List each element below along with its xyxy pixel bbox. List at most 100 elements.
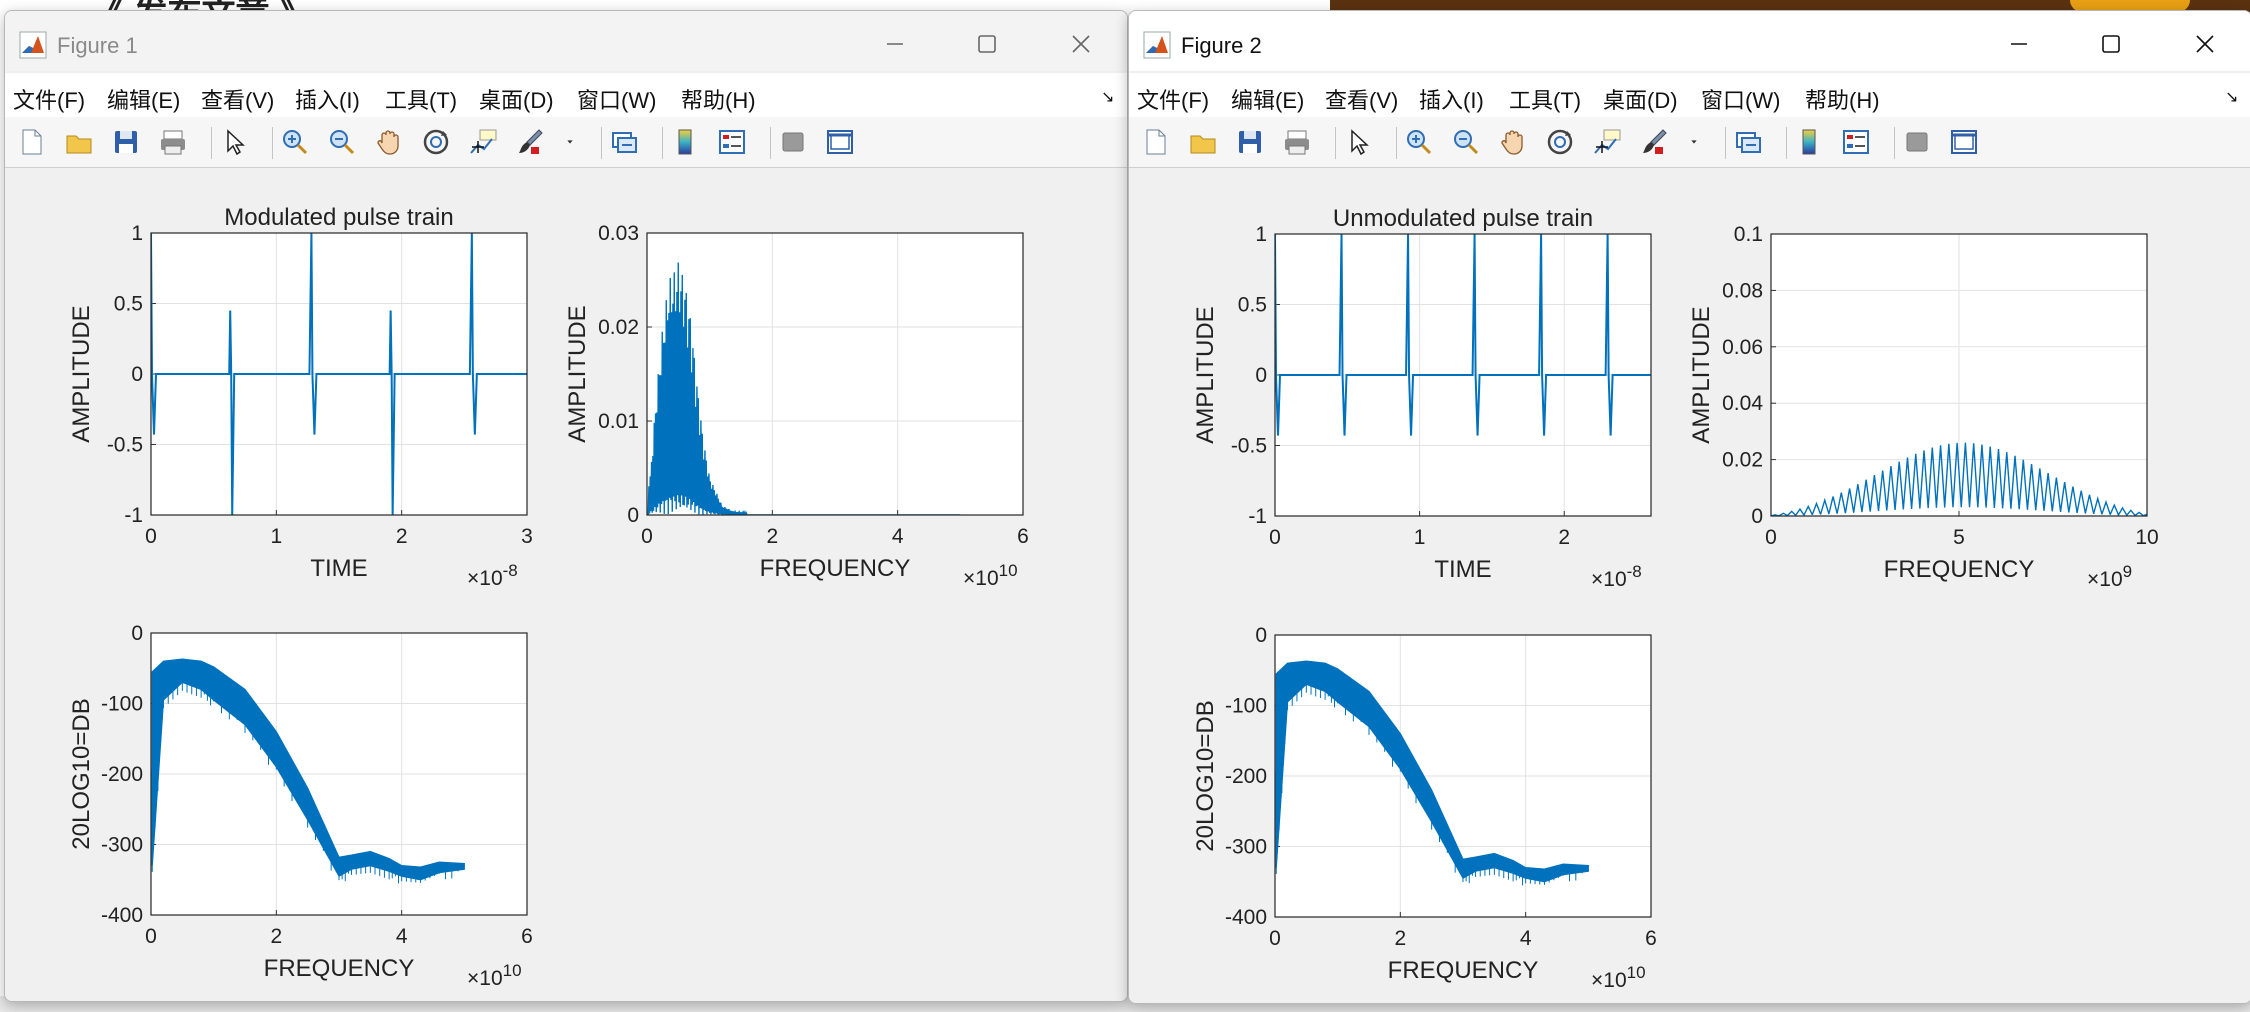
menu-bar: 文件(F) 编辑(E) 查看(V) 插入(I) 工具(T) 桌面(D) 窗口(W… [1129,73,2250,117]
zoom-in-button[interactable] [1404,127,1434,157]
exponent-power: 10 [503,961,522,980]
close-button[interactable] [2175,25,2235,63]
maximize-button[interactable] [957,25,1017,63]
y-tick-label: -1 [1248,505,1267,528]
zoom-out-button[interactable] [327,127,357,157]
toolbar-separator [1396,127,1397,159]
print-button[interactable] [158,127,188,157]
x-tick-label: 2 [1394,927,1406,950]
exponent-base: ×10 [1591,568,1627,591]
link-plot-button[interactable] [609,127,639,157]
brush-button[interactable] [1639,127,1669,157]
zoom-in-button[interactable] [280,127,310,157]
dock-arrow-icon[interactable]: ↘ [1101,87,1114,107]
pointer-button[interactable] [219,127,249,157]
axes-4[interactable]: 0 1 2 -1 -0.5 0 0.5 1 Unmodulated pulse train TIM… [1192,205,1652,591]
x-tick-label: 5 [1953,526,1965,549]
title-bar[interactable]: Figure 2 [1129,11,2250,71]
pan-hand-button[interactable] [374,127,404,157]
menu-desktop[interactable]: 桌面(D) [479,83,554,115]
menu-file[interactable]: 文件(F) [13,83,85,115]
brush-dropdown-button[interactable] [562,127,578,157]
rotate-3d-button[interactable] [421,127,451,157]
hide-plot-tools-button[interactable] [778,127,808,157]
menu-help[interactable]: 帮助(H) [1805,83,1880,115]
menu-insert[interactable]: 插入(I) [295,83,360,115]
colorbar-button[interactable] [670,127,700,157]
x-tick-label: 0 [145,925,157,948]
menu-window[interactable]: 窗口(W) [1701,83,1780,115]
print-button[interactable] [1282,127,1312,157]
y-tick-label: 1 [131,222,143,245]
figure-2-window[interactable]: Figure 2 文件(F) 编辑(E) 查看(V) 插入(I) 工具(T) 桌… [1128,10,2250,1004]
menu-view[interactable]: 查看(V) [201,83,274,115]
menu-desktop[interactable]: 桌面(D) [1603,83,1678,115]
y-axis-label: 20LOG10=DB [68,698,95,849]
menu-window[interactable]: 窗口(W) [577,83,656,115]
hide-plot-tools-button[interactable] [1902,127,1932,157]
legend-button[interactable] [717,127,747,157]
show-plot-tools-button[interactable] [1949,127,1979,157]
menu-view[interactable]: 查看(V) [1325,83,1398,115]
maximize-button[interactable] [2081,25,2141,63]
pan-hand-icon [377,130,399,155]
data-cursor-button[interactable] [1592,127,1622,157]
menu-tools[interactable]: 工具(T) [385,83,457,115]
matlab-icon [19,31,47,59]
figure-1-window[interactable]: Figure 1 文件(F) 编辑(E) 查看(V) 插入(I) 工具(T) 桌… [4,10,1128,1002]
y-tick-label: 0.5 [114,293,143,316]
open-folder-button[interactable] [1188,127,1218,157]
toolbar-separator [601,127,602,159]
y-tick-label: 0 [1751,505,1763,528]
exponent-base: ×10 [2087,568,2123,591]
y-tick-label: 0.03 [598,222,639,245]
dock-arrow-icon[interactable]: ↘ [2225,87,2238,107]
axes-6[interactable]: 0 2 4 6 -400 -300 -200 -100 0 FREQUENCY 20LOG10=DB… [1192,624,1657,992]
exponent-base: ×10 [467,967,503,990]
save-button[interactable] [111,127,141,157]
y-tick-label: 0 [627,504,639,527]
axes-2[interactable]: 0 2 4 6 0 0.01 0.02 0.03 FREQUENCY AMPLITUDE ×1010 [564,222,1029,590]
y-tick-label: -400 [1225,906,1267,929]
toolbar-separator [211,127,212,159]
y-axis-label: AMPLITUDE [1688,306,1715,443]
x-tick-label: 1 [270,525,282,548]
menu-file[interactable]: 文件(F) [1137,83,1209,115]
rotate-3d-button[interactable] [1545,127,1575,157]
pointer-button[interactable] [1343,127,1373,157]
brush-dropdown-button[interactable] [1686,127,1702,157]
close-button[interactable] [1051,25,1111,63]
plot-area: 0 1 2 -1 -0.5 0 0.5 1 Unmodulated pulse train TIM… [1129,168,2250,1003]
x-tick-label: 0 [1765,526,1777,549]
axes-3[interactable]: 0 2 4 6 -400 -300 -200 -100 0 FREQUENCY 20LOG10=DB… [68,622,533,990]
axes-5[interactable]: 0 5 10 0 0.02 0.04 0.06 0.08 0.1 FREQUENCY AMPLITU… [1688,223,2159,591]
open-folder-button[interactable] [64,127,94,157]
pan-hand-button[interactable] [1498,127,1528,157]
x-tick-label: 6 [521,925,533,948]
colorbar-button[interactable] [1794,127,1824,157]
minimize-icon [2011,43,2027,45]
minimize-button[interactable] [1989,25,2049,63]
menu-tools[interactable]: 工具(T) [1509,83,1581,115]
menu-edit[interactable]: 编辑(E) [1231,83,1304,115]
window-title: Figure 1 [57,33,138,58]
menu-insert[interactable]: 插入(I) [1419,83,1484,115]
y-tick-label: 1 [1255,223,1267,246]
data-cursor-button[interactable] [468,127,498,157]
show-plot-tools-button[interactable] [825,127,855,157]
new-file-button[interactable] [1141,127,1171,157]
save-button[interactable] [1235,127,1265,157]
x-tick-label: 2 [1558,526,1570,549]
legend-button[interactable] [1841,127,1871,157]
zoom-out-button[interactable] [1451,127,1481,157]
maximize-icon [978,35,996,53]
minimize-button[interactable] [865,25,925,63]
brush-button[interactable] [515,127,545,157]
axes-1[interactable]: 0 1 2 3 -1 -0.5 0 0.5 1 Modulated pulse train TIME… [68,204,533,590]
menu-edit[interactable]: 编辑(E) [107,83,180,115]
title-bar[interactable]: Figure 1 [5,11,1127,71]
link-plot-button[interactable] [1733,127,1763,157]
new-file-button[interactable] [17,127,47,157]
menu-help[interactable]: 帮助(H) [681,83,756,115]
maximize-icon [2102,35,2120,53]
